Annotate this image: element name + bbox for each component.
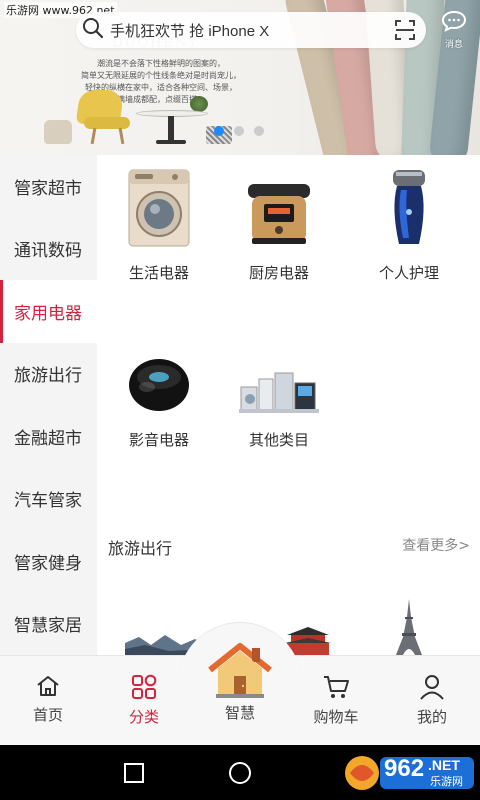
sidebar-item-digital[interactable]: 通讯数码 [0, 218, 97, 281]
nav-label: 我的 [416, 708, 447, 726]
user-icon [419, 675, 445, 704]
travel-image-eiffel-tower[interactable] [395, 599, 423, 655]
category-sidebar: 管家超市 通讯数码 家用电器 旅游出行 金融超市 汽车管家 管家健身 智慧家居 [0, 155, 97, 655]
nav-profile[interactable]: 我的 [384, 674, 480, 727]
nav-smart[interactable]: 智慧 [192, 642, 288, 723]
category-tile-other[interactable]: 其他类目 [219, 335, 339, 450]
armchair-leg [90, 127, 97, 145]
cart-icon [322, 676, 350, 704]
message-button[interactable]: 消息 [436, 10, 472, 50]
bottom-navigation: 首页 分类 智慧 购物车 我的 [0, 622, 480, 746]
pressure-cooker-icon [219, 168, 339, 248]
sidebar-item-finance[interactable]: 金融超市 [0, 405, 97, 468]
home-circle-icon[interactable] [228, 761, 252, 789]
stool-image [44, 120, 72, 144]
sidebar-item-fitness[interactable]: 管家健身 [0, 530, 97, 593]
carousel-dot[interactable] [214, 126, 224, 136]
logo-subtitle: 乐游网 [430, 775, 463, 788]
nav-label: 购物车 [313, 708, 359, 726]
message-label: 消息 [444, 40, 463, 50]
nav-home[interactable]: 首页 [0, 674, 96, 725]
category-label: 影音电器 [128, 431, 189, 449]
category-label: 生活电器 [128, 264, 189, 282]
section-title: 旅游出行 [108, 539, 173, 558]
category-icon [131, 674, 157, 704]
appliances-icon [219, 335, 339, 415]
sidebar-item-auto[interactable]: 汽车管家 [0, 468, 97, 531]
carousel-dot[interactable] [254, 126, 264, 136]
shaver-icon [349, 168, 469, 248]
carousel-indicator [214, 126, 264, 136]
sidebar-item-appliances[interactable]: 家用电器 [0, 280, 97, 343]
home-icon [35, 676, 61, 702]
sidebar-item-supermarket[interactable]: 管家超市 [0, 155, 97, 218]
nav-label: 分类 [128, 708, 159, 726]
carousel-dot[interactable] [234, 126, 244, 136]
speaker-icon [99, 335, 219, 415]
search-bar[interactable]: 手机狂欢节 抢 iPhone X [76, 12, 426, 48]
category-label: 其他类目 [248, 431, 309, 449]
search-input[interactable]: 手机狂欢节 抢 iPhone X [110, 20, 269, 41]
nav-category[interactable]: 分类 [96, 674, 192, 727]
washing-machine-icon [99, 168, 219, 248]
recent-apps-icon[interactable] [124, 763, 144, 787]
travel-section-header: 旅游出行 查看更多> [108, 535, 470, 559]
category-tile-living[interactable]: 生活电器 [99, 168, 219, 283]
logo-number: 962 [384, 755, 425, 782]
category-tile-audio-video[interactable]: 影音电器 [99, 335, 219, 450]
armchair-leg [118, 127, 125, 145]
system-nav-bar: 962 .NET 乐游网 [0, 745, 480, 800]
message-icon [441, 10, 467, 36]
plant-image [190, 96, 208, 112]
site-logo: 962 .NET 乐游网 [340, 753, 476, 793]
side-table-leg [168, 116, 174, 142]
armchair-seat [84, 117, 130, 129]
smart-house-icon [208, 643, 272, 702]
side-table-base [156, 140, 186, 144]
category-label: 个人护理 [378, 264, 439, 282]
sidebar-item-travel[interactable]: 旅游出行 [0, 343, 97, 406]
category-content: 生活电器 厨房电器 个人护理 影音电器 其他类目 旅游出行 查看更多> [97, 155, 480, 655]
sidebar-item-smart-home[interactable]: 智慧家居 [0, 593, 97, 656]
search-icon [82, 17, 104, 43]
scan-icon[interactable] [394, 19, 416, 45]
category-tile-kitchen[interactable]: 厨房电器 [219, 168, 339, 283]
category-tile-personal-care[interactable]: 个人护理 [349, 168, 469, 283]
nav-label: 智慧 [224, 704, 255, 722]
view-more-link[interactable]: 查看更多> [402, 535, 470, 559]
nav-label: 首页 [32, 706, 63, 724]
logo-suffix: .NET [428, 757, 460, 773]
nav-cart[interactable]: 购物车 [288, 674, 384, 727]
category-label: 厨房电器 [248, 264, 309, 282]
